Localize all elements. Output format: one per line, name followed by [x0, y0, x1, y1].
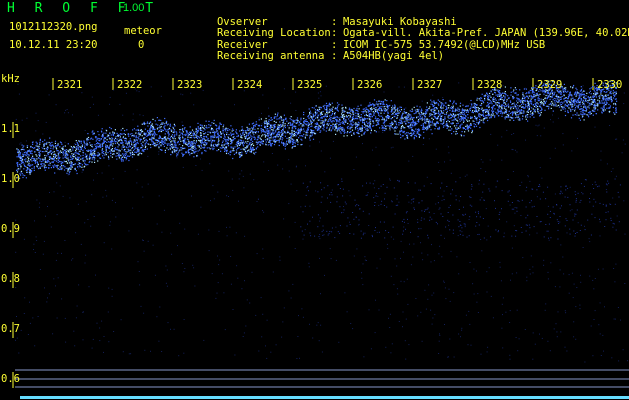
meteor-label: meteor	[124, 25, 162, 37]
info-value: A504HB(yagi 4el)	[342, 50, 445, 62]
info-row-observer: Ovserver: Masayuki Kobayashi	[179, 5, 629, 28]
background-noise	[15, 82, 628, 363]
meteor-count: 0	[138, 39, 145, 51]
freq-tick-label: 1.1	[1, 123, 20, 135]
spectrogram-canvas	[12, 78, 629, 399]
info-sep: :	[330, 50, 338, 62]
info-value: Masayuki Kobayashi	[342, 15, 457, 28]
freq-tick-label: 0.6	[1, 373, 20, 385]
info-value: Ogata-vill. Akita-Pref. JAPAN (139.96E, …	[342, 27, 629, 39]
station-info: Ovserver: Masayuki Kobayashi Receiving Lo…	[179, 5, 629, 62]
time-tick-label: 2330	[597, 79, 623, 91]
header-panel: H R O F F T 1.00 1012112320.png meteor 1…	[0, 0, 629, 78]
time-tick-label: 2321	[57, 79, 83, 91]
freq-tick-label: 0.9	[1, 223, 20, 235]
time-tick-label: 2322	[117, 79, 143, 91]
time-tick-label: 2328	[477, 79, 503, 91]
info-key: Receiving Location	[216, 27, 331, 39]
spectrogram-panel: kHz 2321 2322 2323 2324 2325 2326 2327 2…	[0, 73, 629, 400]
time-tick-label: 2324	[237, 79, 263, 91]
capture-datetime: 10.12.11 23:20	[9, 39, 98, 51]
time-tick-label: 2329	[537, 79, 563, 91]
info-sep: :	[330, 27, 338, 39]
freq-tick-label: 1.0	[1, 173, 20, 185]
app-version: 1.00	[123, 2, 145, 14]
time-tick-label: 2325	[297, 79, 323, 91]
time-tick-label: 2327	[417, 79, 443, 91]
freq-tick-label: 0.8	[1, 273, 20, 285]
info-key: Receiving antenna	[216, 50, 325, 62]
freq-tick-label: 0.7	[1, 323, 20, 335]
time-tick-label: 2326	[357, 79, 383, 91]
signal-band	[16, 80, 621, 239]
file-name: 1012112320.png	[9, 21, 98, 33]
freq-unit-label: kHz	[1, 73, 20, 85]
info-value: ICOM IC-575 53.7492(@LCD)MHz USB	[342, 38, 546, 51]
time-tick-label: 2323	[177, 79, 203, 91]
bottom-bar	[20, 396, 629, 399]
